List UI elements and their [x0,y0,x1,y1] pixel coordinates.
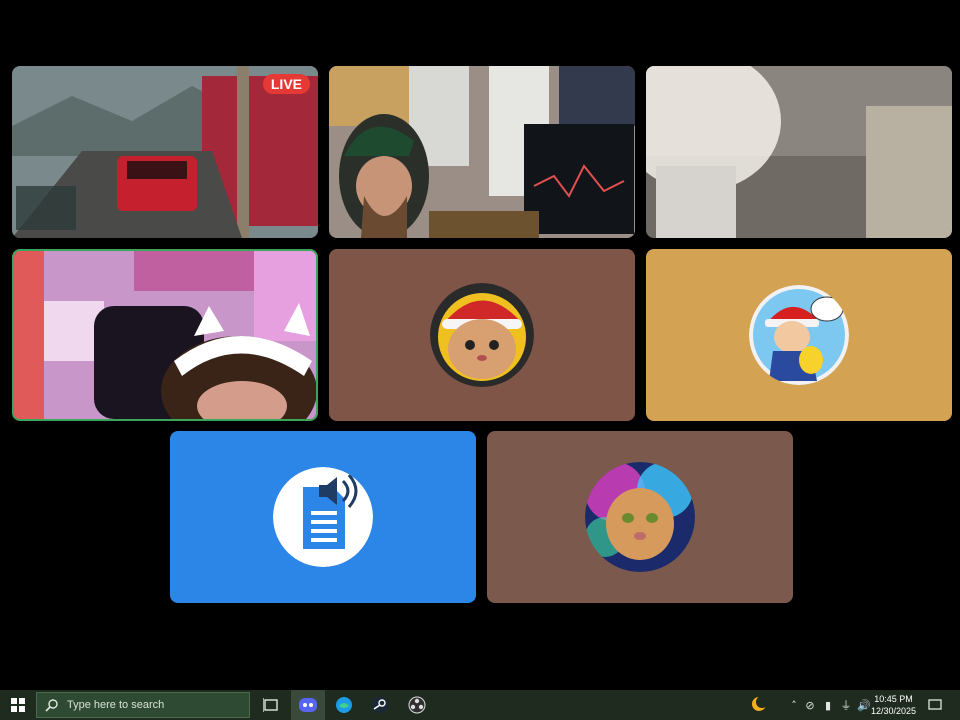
avatar-tts-bot [273,467,373,567]
taskbar-search-box[interactable]: Type here to search [36,692,250,718]
edge-icon [336,697,352,713]
video-tile-dark-room[interactable] [646,66,952,238]
discord-taskbar-button[interactable] [291,690,325,720]
notifications-icon[interactable] [926,697,944,713]
search-icon [45,699,58,712]
video-tile-game-stream[interactable]: LIVE [12,66,318,238]
taskbar: Type here to search ˄ ⊘ ▮ ⏚ 🔊 10:45 PM 1… [0,690,960,720]
dark-room-image [646,66,952,238]
avatar-tile-cat-rainbow[interactable] [487,431,793,603]
webcam-man-image [329,66,635,238]
chevron-up-icon[interactable]: ˄ [786,697,802,713]
usb-device-icon[interactable]: ⏚ [838,697,854,713]
microphone-icon[interactable]: ▮ [820,697,836,713]
video-tile-webcam-man[interactable] [329,66,635,238]
search-placeholder: Type here to search [67,699,165,711]
discord-icon [299,698,317,712]
night-light-icon[interactable] [750,695,768,713]
taskbar-clock[interactable]: 10:45 PM 12/30/2025 [871,693,916,717]
avatar-tile-cat-santa[interactable] [329,249,635,421]
avatar-tile-tts-bot[interactable] [170,431,476,603]
steam-taskbar-button[interactable] [363,690,397,720]
network-muted-icon[interactable]: ⊘ [802,697,818,713]
steam-icon [372,697,388,713]
video-tile-webcam-girl[interactable] [12,249,318,421]
speaker-icon[interactable]: 🔊 [856,697,872,713]
task-view-button[interactable] [254,690,288,720]
avatar-trainer [749,285,849,385]
live-badge: LIVE [262,74,310,94]
obs-icon [408,696,426,714]
avatar-cat-santa [430,283,534,387]
task-view-icon [263,698,278,712]
avatar-tile-trainer[interactable] [646,249,952,421]
clock-date: 12/30/2025 [870,706,916,716]
avatar-cat-rainbow [585,462,695,572]
webcam-girl-image [14,251,316,419]
windows-icon [11,698,25,712]
obs-taskbar-button[interactable] [400,690,434,720]
start-button[interactable] [0,690,36,720]
clock-time: 10:45 PM [874,694,913,704]
edge-taskbar-button[interactable] [327,690,361,720]
